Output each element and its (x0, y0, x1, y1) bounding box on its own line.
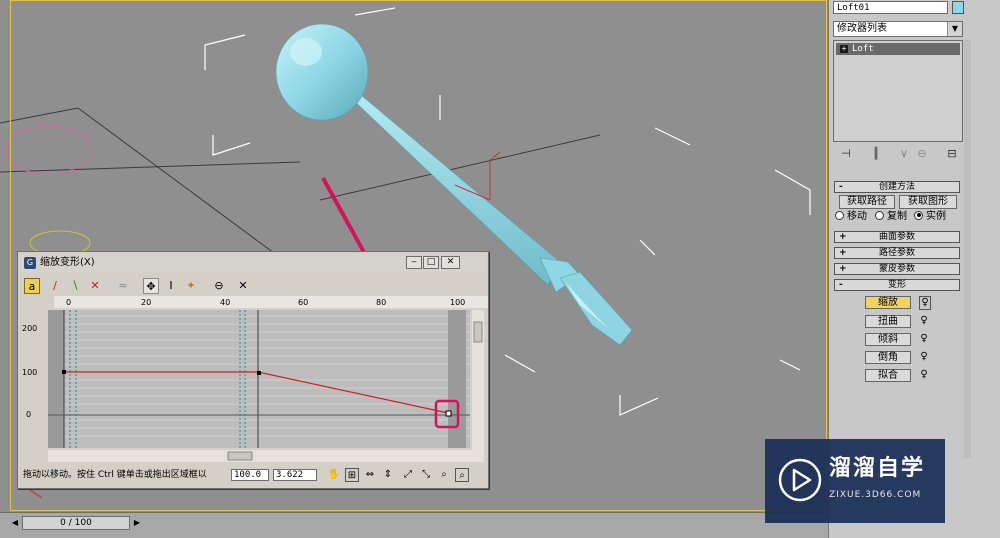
stack-item-label: Loft (852, 44, 874, 54)
object-color-swatch[interactable] (952, 1, 964, 14)
y-axis-label: 200 (22, 324, 37, 333)
axis-icon (29, 489, 43, 499)
circle-shape[interactable] (5, 125, 91, 175)
modifier-list-dropdown[interactable]: 修改器列表 ▼ (833, 21, 963, 37)
nail-head-highlight (290, 38, 322, 66)
grid-line (0, 107, 79, 124)
rollout-skin-params[interactable]: + 蒙皮参数 (834, 263, 960, 275)
object-name-field[interactable]: Loft01 (833, 1, 948, 14)
expand-icon[interactable]: + (840, 45, 848, 53)
radio-icon (835, 210, 844, 220)
stack-item-loft[interactable]: + Loft (836, 43, 960, 55)
y-axis-label: 0 (26, 410, 31, 419)
teeter-toggle-bulb-icon[interactable]: ♀ (919, 333, 929, 345)
grid-line (0, 161, 301, 173)
status-message: 拖动以移动。按住 Ctrl 键单击或拖出区域框以 (23, 470, 207, 480)
ruler (54, 296, 488, 308)
next-frame-icon[interactable]: ▶ (132, 516, 142, 530)
watermark: 溜溜自学 ZIXUE.3D66.COM (765, 439, 945, 523)
fit-button[interactable]: 拟合 (865, 369, 911, 382)
modifier-stack: + Loft (833, 40, 963, 142)
radio-copy[interactable]: 复制 (875, 210, 907, 223)
nail-tip (559, 271, 633, 346)
dialog-statusbar: 拖动以移动。按住 Ctrl 键单击或拖出区域框以 100.0 3.622 ✋ ⊞… (21, 467, 485, 483)
radio-selected-icon (914, 210, 923, 220)
rollout-title: 创建方法 (878, 182, 915, 192)
ruler-label: 20 (141, 298, 151, 307)
graph-left-margin (48, 310, 64, 448)
rollout-deformations[interactable]: - 变形 (834, 279, 960, 291)
horizontal-scrollbar[interactable] (48, 450, 484, 462)
ruler-label: 80 (376, 298, 386, 307)
watermark-title: 溜溜自学 (829, 456, 926, 481)
ruler-label: 0 (66, 298, 71, 307)
teeter-button[interactable]: 倾斜 (865, 333, 911, 346)
radio-icon (875, 210, 884, 220)
ruler-label: 100 (450, 298, 465, 307)
control-point[interactable] (62, 370, 66, 374)
chevron-down-icon: ▼ (947, 22, 962, 36)
scale-toggle-bulb-icon[interactable]: ♀ (919, 296, 931, 310)
command-panel-scrollbar[interactable] (964, 40, 971, 458)
zoom-vertical-extents-icon[interactable]: ⇕ (381, 468, 395, 482)
rollout-surface-params[interactable]: + 曲面参数 (834, 231, 960, 243)
fit-toggle-bulb-icon[interactable]: ♀ (919, 369, 929, 381)
rollout-creation-method[interactable]: - 创建方法 (834, 181, 960, 193)
get-shape-button[interactable]: 获取图形 (899, 195, 957, 209)
ruler-label: 60 (298, 298, 308, 307)
horizontal-scroll-thumb[interactable] (227, 451, 253, 461)
curve-graph[interactable]: 0 20 40 60 80 100 200 100 0 (18, 252, 490, 490)
time-slider[interactable]: 0 / 100 (22, 516, 130, 530)
vertical-scroll-thumb[interactable] (473, 321, 483, 343)
control-point[interactable] (257, 371, 261, 375)
zoom-horizontal-icon[interactable]: ⤢ (401, 468, 415, 482)
nail-head[interactable] (275, 23, 369, 121)
selected-control-point[interactable] (445, 410, 452, 417)
rollout-path-params[interactable]: + 路径参数 (834, 247, 960, 259)
zoom-extents-icon[interactable]: ⊞ (345, 468, 359, 482)
show-end-result-icon[interactable]: ║ (869, 147, 883, 161)
twist-button[interactable]: 扭曲 (865, 315, 911, 328)
make-unique-icon[interactable]: ∨ (897, 147, 911, 161)
zoom-region-icon[interactable]: ⌕ (455, 468, 469, 482)
bevel-toggle-bulb-icon[interactable]: ♀ (919, 351, 929, 363)
zoom-horizontal-extents-icon[interactable]: ⇔ (363, 468, 377, 482)
radio-move[interactable]: 移动 (835, 210, 867, 223)
zoom-vertical-icon[interactable]: ⤡ (419, 468, 433, 482)
prev-frame-icon[interactable]: ◀ (10, 516, 20, 530)
configure-modifier-sets-icon[interactable]: ⊟ (945, 147, 959, 161)
zoom-icon[interactable]: ⌕ (437, 468, 451, 482)
pin-stack-icon[interactable]: ⊣ (839, 147, 853, 161)
watermark-subtitle: ZIXUE.3D66.COM (829, 490, 922, 500)
timeline-bar: ◀ 0 / 100 ▶ (0, 512, 828, 538)
remove-modifier-icon[interactable]: ⊖ (915, 147, 929, 161)
y-value-field[interactable]: 3.622 (273, 469, 317, 481)
y-axis-label: 100 (22, 368, 37, 377)
play-logo-icon (778, 458, 822, 502)
radio-instance[interactable]: 实例 (914, 210, 946, 223)
ruler-label: 40 (220, 298, 230, 307)
x-value-field[interactable]: 100.0 (231, 469, 269, 481)
get-path-button[interactable]: 获取路径 (839, 195, 895, 209)
scale-button[interactable]: 缩放 (865, 296, 911, 309)
pan-icon[interactable]: ✋ (327, 468, 341, 482)
twist-toggle-bulb-icon[interactable]: ♀ (919, 315, 929, 327)
graph-background (48, 310, 470, 448)
bevel-button[interactable]: 倒角 (865, 351, 911, 364)
modifier-list-label: 修改器列表 (837, 23, 887, 34)
scale-deformation-dialog[interactable]: G 缩放变形(X) ‒ □ ✕ a ∕ ∖ ✕ ≈ ✥ Ⅰ ✦ ⊖ ✕ 0 20… (17, 251, 489, 489)
